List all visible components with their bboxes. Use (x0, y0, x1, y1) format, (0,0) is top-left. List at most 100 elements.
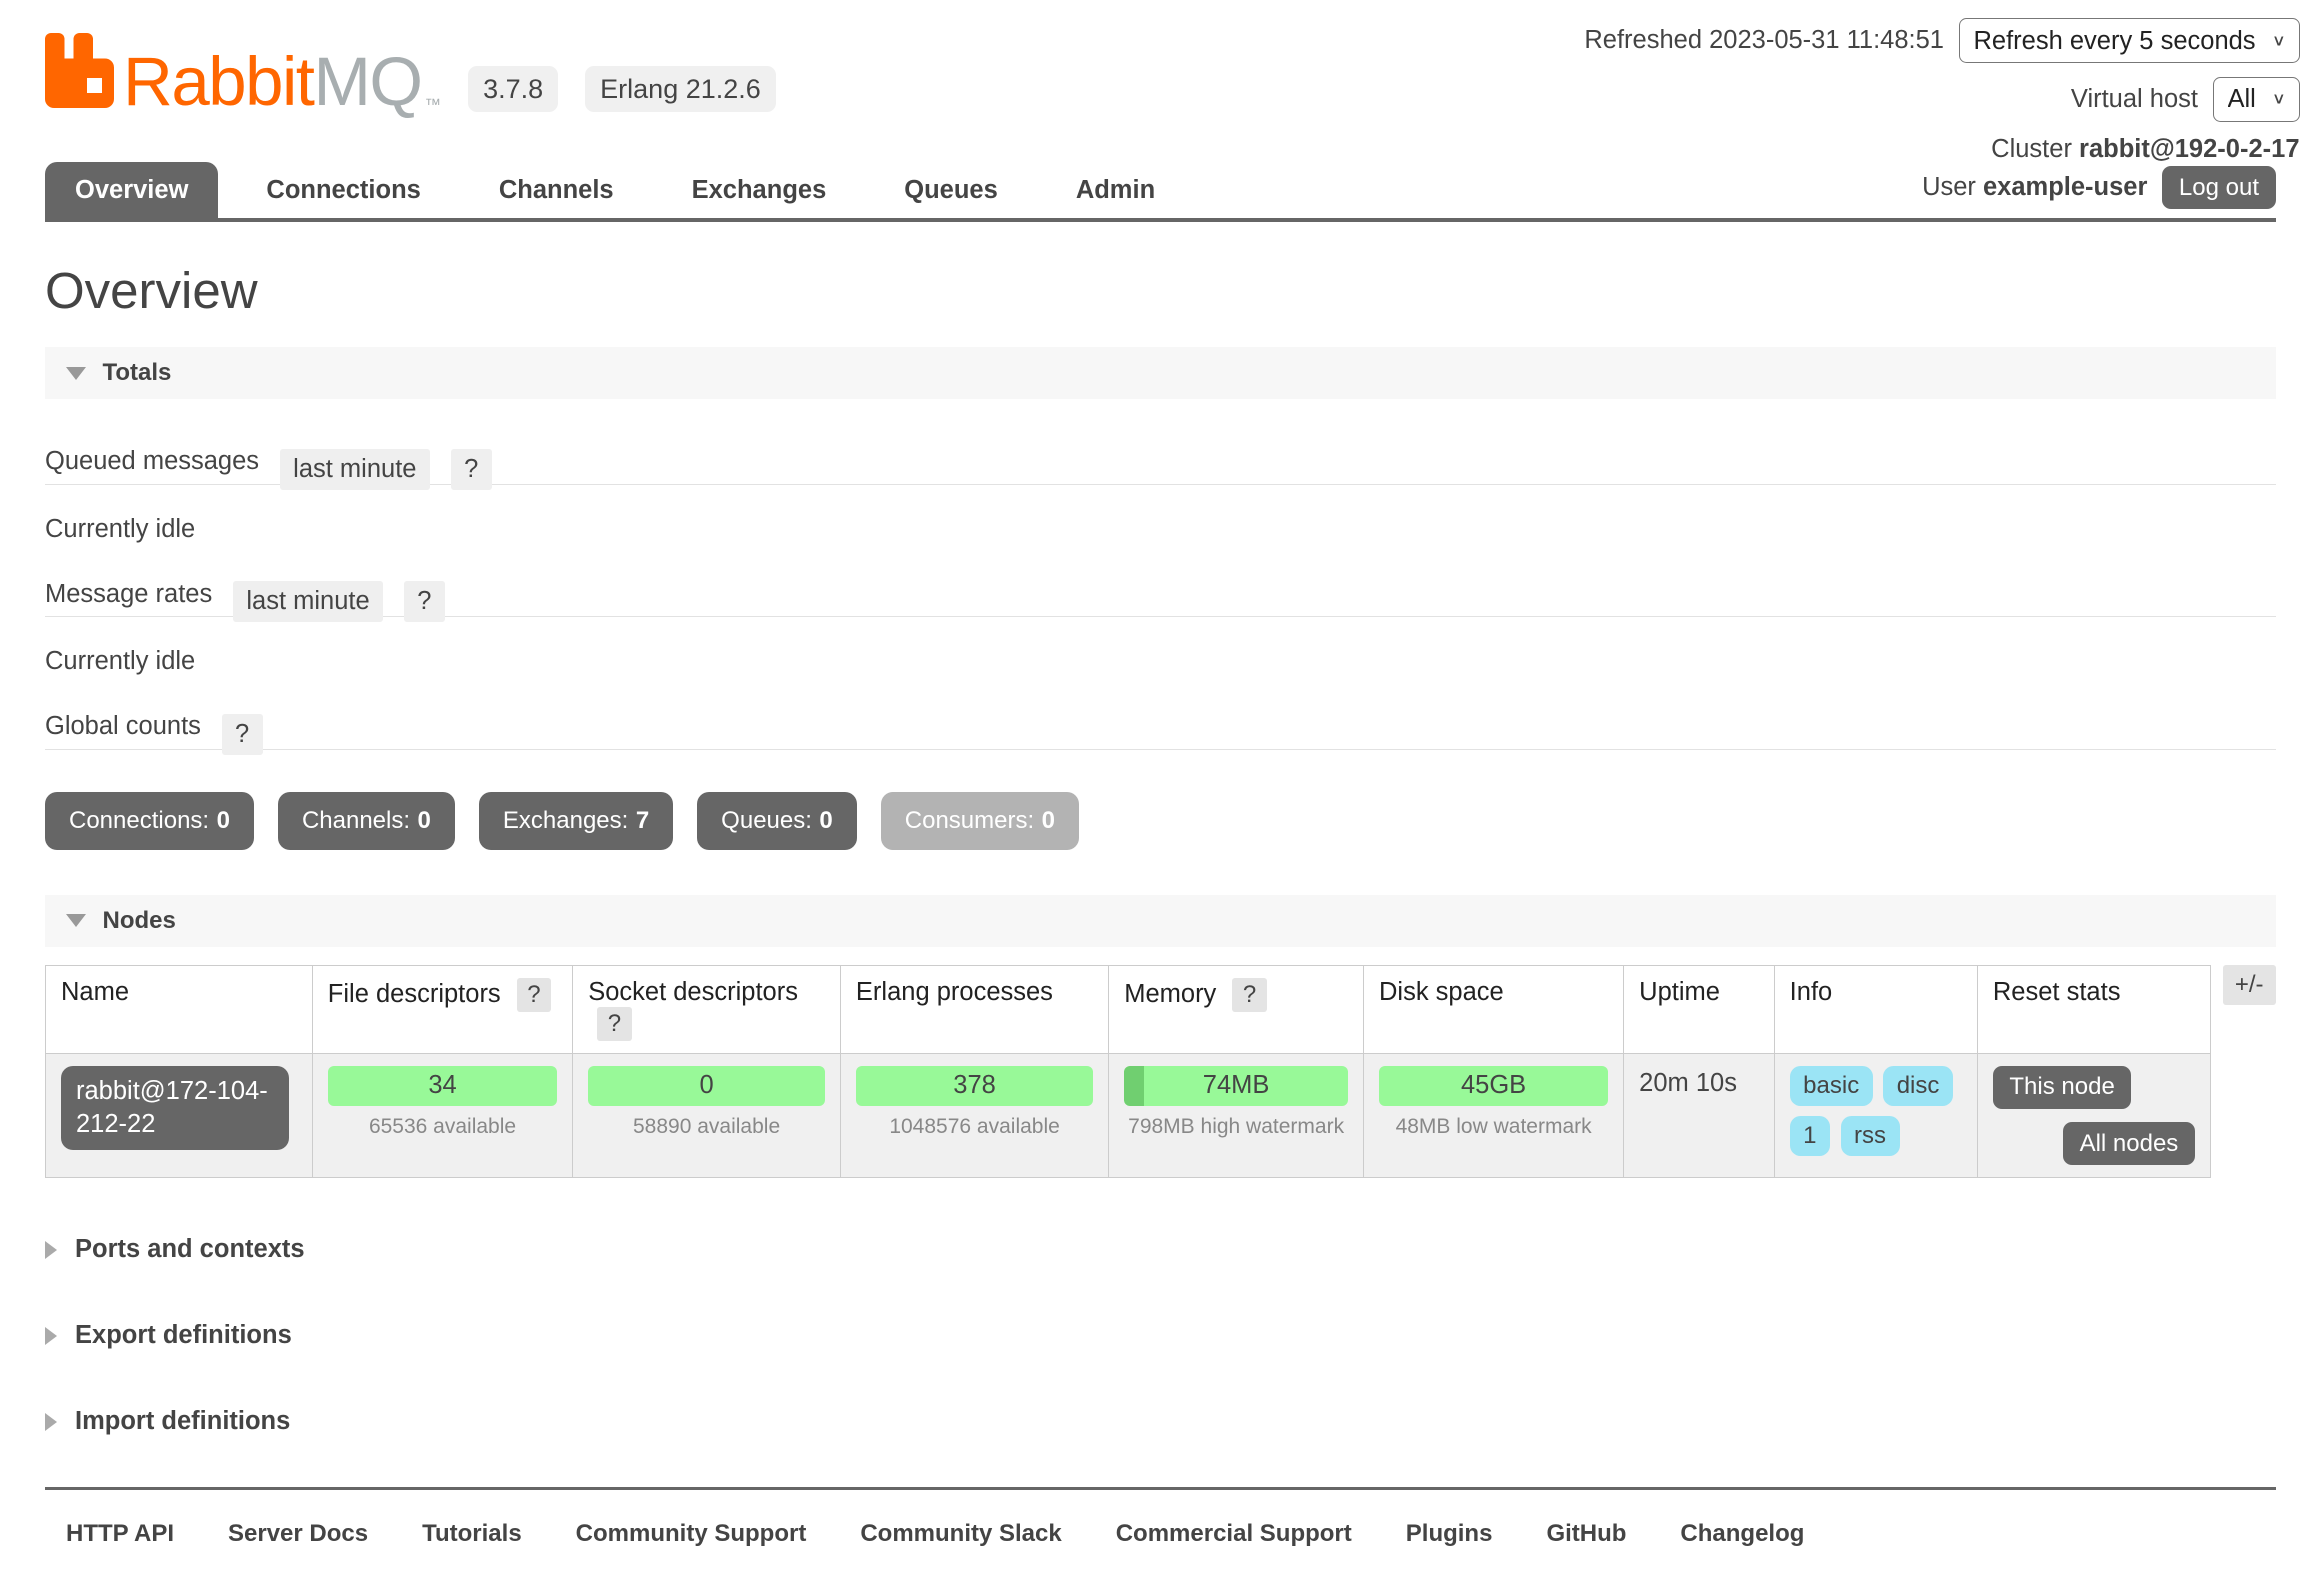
footer-link-changelog[interactable]: Changelog (1680, 1520, 1804, 1548)
column-selector-button[interactable]: +/- (2223, 965, 2276, 1005)
totals-section-toggle[interactable]: Totals (45, 347, 2276, 399)
memory-detail: 798MB high watermark (1124, 1115, 1348, 1139)
tab-channels[interactable]: Channels (469, 162, 644, 218)
tab-exchanges[interactable]: Exchanges (662, 162, 857, 218)
expand-arrow-icon (45, 1241, 57, 1259)
reset-this-node-button[interactable]: This node (1993, 1066, 2131, 1109)
socket-descriptors-cell: 0 58890 available (573, 1053, 841, 1178)
rabbit-icon (45, 33, 114, 115)
user-name: example-user (1983, 173, 2147, 201)
tab-connections[interactable]: Connections (236, 162, 450, 218)
message-rates-heading: Message rates last minute ? (45, 574, 2276, 618)
info-badge-1: 1 (1790, 1116, 1830, 1156)
ports-and-contexts-toggle[interactable]: Ports and contexts (45, 1235, 2276, 1264)
erlang-processes-cell: 378 1048576 available (840, 1053, 1108, 1178)
trademark-symbol: ™ (425, 96, 442, 115)
file-descriptors-detail: 65536 available (328, 1115, 557, 1139)
tab-admin[interactable]: Admin (1046, 162, 1185, 218)
connections-count-button[interactable]: Connections:0 (45, 792, 254, 850)
memory-used-segment (1124, 1066, 1144, 1107)
col-uptime: Uptime (1624, 965, 1775, 1053)
footer-link-community-support[interactable]: Community Support (576, 1520, 807, 1548)
global-counts-help-icon[interactable]: ? (222, 714, 263, 755)
queues-count-button[interactable]: Queues:0 (697, 792, 857, 850)
node-row: rabbit@172-104-212-22 34 65536 available… (46, 1053, 2211, 1178)
virtual-host-label: Virtual host (2071, 85, 2198, 114)
nodes-section-label: Nodes (103, 907, 176, 935)
socket-descriptors-detail: 58890 available (588, 1115, 825, 1139)
tab-queues[interactable]: Queues (874, 162, 1028, 218)
col-reset-stats: Reset stats (1977, 965, 2210, 1053)
node-name-badge[interactable]: rabbit@172-104-212-22 (61, 1066, 289, 1150)
col-erlang-processes: Erlang processes (840, 965, 1108, 1053)
col-disk-space: Disk space (1364, 965, 1624, 1053)
import-definitions-toggle[interactable]: Import definitions (45, 1407, 2276, 1436)
refresh-interval-select[interactable]: Refresh every 5 seconds (1959, 18, 2300, 63)
memory-help-icon[interactable]: ? (1232, 978, 1266, 1012)
message-rates-help-icon[interactable]: ? (404, 581, 445, 622)
nodes-section-toggle[interactable]: Nodes (45, 895, 2276, 947)
totals-section-label: Totals (103, 359, 172, 387)
virtual-host-select[interactable]: All (2213, 77, 2300, 122)
cluster-label: Cluster (1991, 135, 2072, 163)
logo-wordmark: RabbitMQ (123, 49, 422, 115)
col-file-descriptors: File descriptors ? (312, 965, 572, 1053)
erlang-processes-bar: 378 (856, 1066, 1093, 1107)
memory-cell: 74MB 798MB high watermark (1109, 1053, 1364, 1178)
col-name: Name (46, 965, 313, 1053)
footer-links: HTTP API Server Docs Tutorials Community… (45, 1490, 2276, 1578)
footer-link-community-slack[interactable]: Community Slack (860, 1520, 1061, 1548)
socket-descriptors-help-icon[interactable]: ? (597, 1007, 631, 1041)
message-rates-filter[interactable]: last minute (233, 581, 383, 622)
header: RabbitMQ ™ 3.7.8 Erlang 21.2.6 Refreshed… (0, 0, 2320, 162)
logout-button[interactable]: Log out (2162, 166, 2275, 209)
info-badge-basic: basic (1790, 1066, 1873, 1106)
queued-messages-idle-text: Currently idle (45, 515, 2276, 544)
file-descriptors-help-icon[interactable]: ? (517, 978, 551, 1012)
rabbitmq-logo[interactable]: RabbitMQ ™ (45, 33, 441, 115)
rabbitmq-management-page: RabbitMQ ™ 3.7.8 Erlang 21.2.6 Refreshed… (0, 0, 2320, 1578)
global-counts-heading: Global counts ? (45, 706, 2276, 750)
page-title: Overview (45, 261, 2276, 320)
reset-stats-cell: This node All nodes (1977, 1053, 2210, 1178)
global-counts-buttons: Connections:0 Channels:0 Exchanges:7 Que… (45, 792, 2276, 850)
disk-space-detail: 48MB low watermark (1379, 1115, 1608, 1139)
footer-link-http-api[interactable]: HTTP API (66, 1520, 174, 1548)
footer-link-plugins[interactable]: Plugins (1406, 1520, 1493, 1548)
refreshed-timestamp: Refreshed 2023-05-31 11:48:51 (1584, 26, 1944, 55)
message-rates-idle-text: Currently idle (45, 647, 2276, 676)
export-definitions-toggle[interactable]: Export definitions (45, 1321, 2276, 1350)
footer-link-tutorials[interactable]: Tutorials (422, 1520, 522, 1548)
footer-link-commercial-support[interactable]: Commercial Support (1116, 1520, 1352, 1548)
nodes-table: Name File descriptors ? Socket descripto… (45, 965, 2211, 1179)
expand-arrow-icon (45, 1327, 57, 1345)
file-descriptors-bar: 34 (328, 1066, 557, 1107)
disk-space-bar: 45GB (1379, 1066, 1608, 1107)
erlang-version-badge: Erlang 21.2.6 (585, 66, 776, 112)
col-memory: Memory ? (1109, 965, 1364, 1053)
queued-messages-filter[interactable]: last minute (280, 449, 430, 490)
tab-overview[interactable]: Overview (45, 162, 218, 218)
footer-link-github[interactable]: GitHub (1546, 1520, 1626, 1548)
memory-bar: 74MB (1124, 1066, 1348, 1107)
refresh-interval-select-wrap: Refresh every 5 seconds (1959, 18, 2300, 63)
reset-all-nodes-button[interactable]: All nodes (2063, 1122, 2195, 1165)
cluster-name: rabbit@192-0-2-17 (2079, 135, 2299, 163)
collapse-arrow-icon (66, 914, 86, 927)
info-cell: basic disc 1 rss (1774, 1053, 1977, 1178)
exchanges-count-button[interactable]: Exchanges:7 (479, 792, 673, 850)
queued-messages-help-icon[interactable]: ? (451, 449, 492, 490)
uptime-cell: 20m 10s (1624, 1053, 1775, 1178)
info-badge-rss: rss (1841, 1116, 1900, 1156)
queued-messages-heading: Queued messages last minute ? (45, 441, 2276, 485)
socket-descriptors-bar: 0 (588, 1066, 825, 1107)
disk-space-cell: 45GB 48MB low watermark (1364, 1053, 1624, 1178)
col-socket-descriptors: Socket descriptors ? (573, 965, 841, 1053)
col-info: Info (1774, 965, 1977, 1053)
erlang-processes-detail: 1048576 available (856, 1115, 1093, 1139)
channels-count-button[interactable]: Channels:0 (278, 792, 455, 850)
nodes-table-header-row: Name File descriptors ? Socket descripto… (46, 965, 2211, 1053)
consumers-count-badge: Consumers:0 (881, 792, 1079, 850)
main-nav-tabs: Overview Connections Channels Exchanges … (45, 162, 2276, 222)
footer-link-server-docs[interactable]: Server Docs (228, 1520, 368, 1548)
